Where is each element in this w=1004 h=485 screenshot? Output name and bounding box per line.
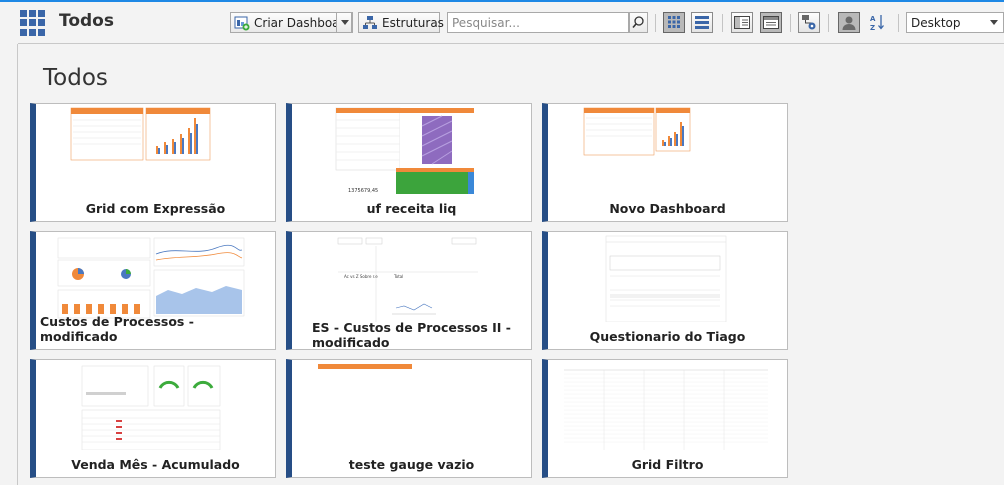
view-tiles-button[interactable]	[663, 12, 685, 33]
svg-text:Ac vs Z Sobre r.e: Ac vs Z Sobre r.e	[344, 274, 378, 279]
apps-grid-icon[interactable]	[20, 10, 46, 36]
dashboard-card[interactable]: teste gauge vazio	[286, 359, 532, 478]
card-title: Novo Dashboard	[609, 201, 726, 216]
user-filter-button[interactable]	[838, 12, 860, 33]
structures-button[interactable]: Estruturas	[358, 12, 444, 33]
structures-label: Estruturas	[382, 15, 444, 30]
page-title: Todos	[43, 65, 108, 91]
card-title: uf receita liq	[366, 201, 457, 216]
toolbar-separator	[655, 14, 656, 32]
panel-left-icon	[734, 16, 750, 29]
device-select-value: Desktop	[911, 16, 961, 30]
dashboard-thumbnail: Ac vs Z Sobre r.e Total	[337, 236, 478, 322]
header-divider	[18, 43, 1004, 44]
card-title: Questionario do Tiago	[589, 329, 746, 344]
dashboard-card[interactable]: 1375679,45 uf receita liq	[286, 103, 532, 222]
dashboard-card[interactable]: Grid com Expressão	[30, 103, 276, 222]
dashboard-card[interactable]: Novo Dashboard	[542, 103, 788, 222]
search-input[interactable]	[447, 12, 629, 33]
dashboard-card[interactable]: Ac vs Z Sobre r.e Total ES - Custos de P…	[286, 231, 532, 350]
create-dashboard-dropdown[interactable]	[336, 12, 352, 33]
dashboard-thumbnail	[583, 107, 691, 156]
svg-text:Z: Z	[870, 24, 875, 32]
toolbar-separator	[722, 14, 723, 32]
dashboard-thumbnail	[70, 107, 211, 161]
panel-detail-icon	[763, 16, 779, 29]
card-title: Grid com Expressão	[85, 201, 226, 216]
add-dashboard-icon	[234, 15, 250, 31]
svg-text:1375679,45: 1375679,45	[348, 188, 378, 194]
device-select[interactable]: Desktop	[906, 12, 1004, 33]
toolbar-separator	[898, 14, 899, 32]
header-title: Todos	[59, 11, 114, 31]
dashboard-card[interactable]: Venda Mês - Acumulado	[30, 359, 276, 478]
list-icon	[695, 16, 709, 29]
dashboard-thumbnail	[605, 235, 727, 322]
svg-text:A: A	[870, 15, 876, 23]
card-title: Venda Mês - Acumulado	[71, 457, 240, 472]
dashboard-thumbnail	[318, 364, 412, 369]
sort-az-icon: A Z	[870, 15, 884, 32]
dashboard-thumbnail	[80, 364, 222, 450]
chevron-down-icon	[990, 20, 998, 25]
toolbar-separator	[828, 14, 829, 32]
svg-text:Total: Total	[393, 274, 403, 279]
search-button[interactable]	[629, 12, 648, 33]
search-icon	[632, 16, 644, 29]
dashboard-thumbnail	[56, 236, 246, 322]
user-icon	[842, 16, 856, 30]
panel-detail-button[interactable]	[760, 12, 782, 33]
dashboard-thumbnail: 1375679,45	[335, 107, 474, 194]
structure-icon	[362, 15, 378, 31]
view-list-button[interactable]	[691, 12, 713, 33]
tiles-icon	[668, 16, 680, 28]
panel-left-button[interactable]	[731, 12, 753, 33]
create-dashboard-button[interactable]: Criar Dashboard	[230, 12, 353, 33]
dashboard-card[interactable]: Grid Filtro	[542, 359, 788, 478]
card-title: Custos de Processos - modificado	[40, 314, 194, 344]
dashboard-thumbnail	[564, 366, 768, 450]
sidebar-border	[17, 44, 18, 485]
dashboard-card[interactable]: Questionario do Tiago	[542, 231, 788, 350]
sort-button[interactable]: A Z	[866, 12, 888, 33]
gear-network-icon	[802, 15, 816, 30]
card-title: teste gauge vazio	[348, 457, 475, 472]
settings-button[interactable]	[798, 12, 820, 33]
toolbar-separator	[790, 14, 791, 32]
card-title: ES - Custos de Processos II - modificado	[312, 320, 511, 350]
card-title: Grid Filtro	[631, 457, 704, 472]
dashboard-card[interactable]: Custos de Processos - modificado	[30, 231, 276, 350]
toolbar: Todos Criar Dashboard Estruturas Pesquis…	[0, 2, 1004, 40]
